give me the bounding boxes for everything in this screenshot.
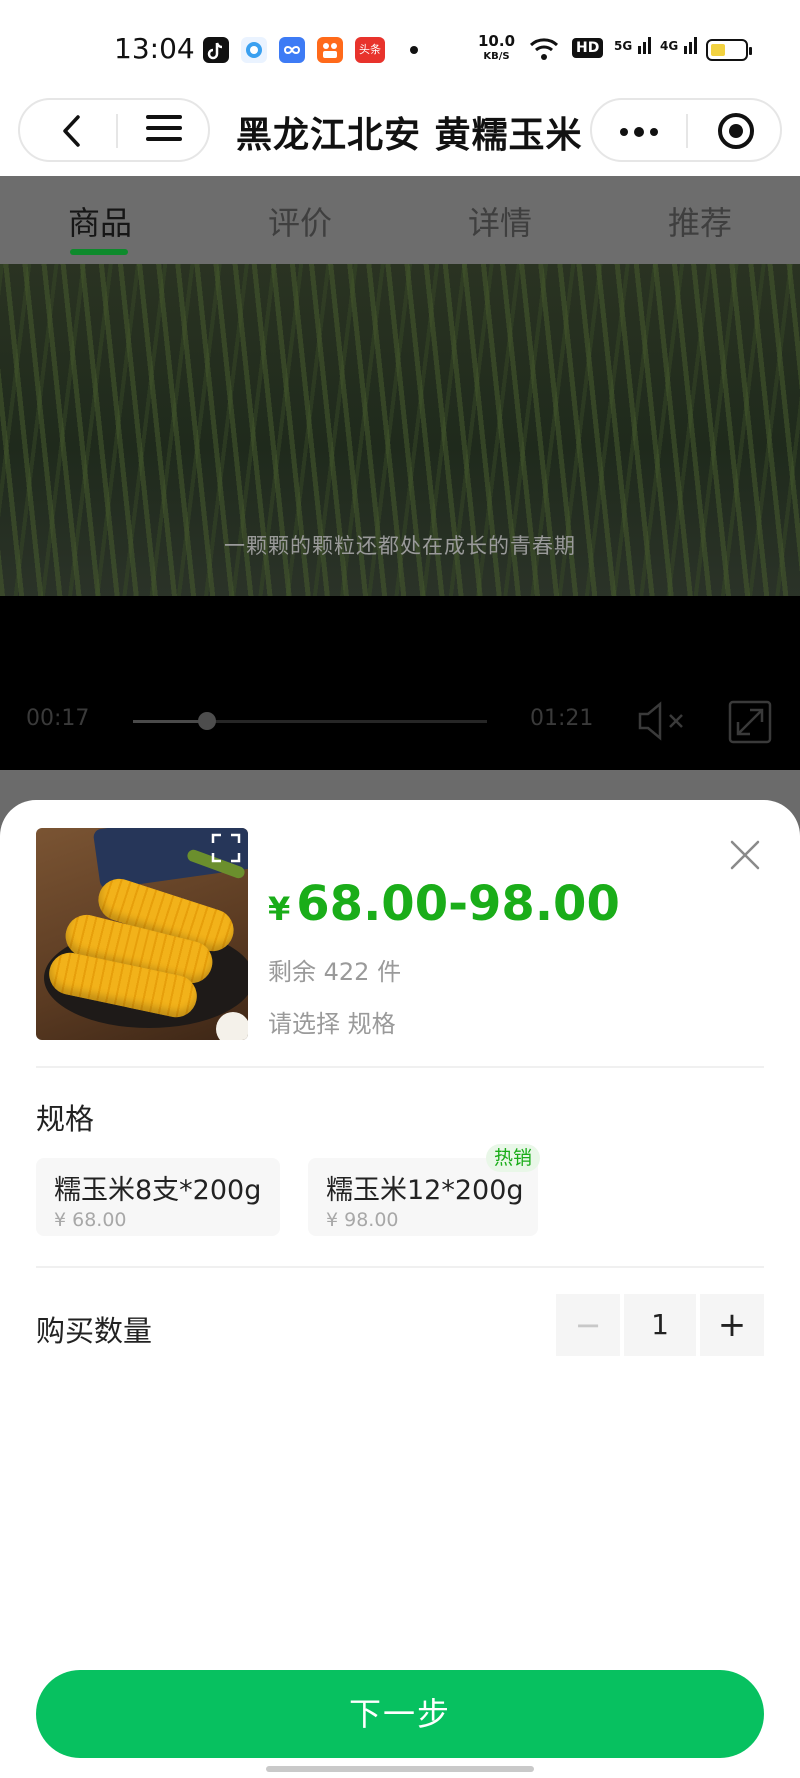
status-bar: 13:04 头条 10.0 KB/S HD 5G 4G	[0, 0, 800, 100]
tab-active-indicator	[70, 249, 128, 255]
video-progress-fill	[133, 720, 208, 723]
divider	[36, 1266, 764, 1268]
network-speed: 10.0 KB/S	[478, 34, 515, 64]
hot-sale-badge: 热销	[486, 1144, 541, 1172]
more-icon[interactable]	[620, 127, 662, 138]
capsule-divider	[686, 114, 688, 148]
next-step-button[interactable]: 下一步	[36, 1670, 764, 1758]
signal-5g-icon: 5G	[614, 34, 653, 54]
stock-text: 剩余 422 件	[268, 958, 402, 986]
price-value: 68.00-98.00	[296, 876, 620, 932]
quantity-label: 购买数量	[36, 1314, 153, 1348]
thumbnail-egg	[216, 1012, 248, 1040]
tab-bar: 商品 评价 详情 推荐	[0, 176, 800, 264]
product-thumbnail[interactable]	[36, 828, 248, 1040]
spec-option-8[interactable]: 糯玉米8支*200g ¥ 68.00	[36, 1158, 280, 1236]
toutiao-icon: 头条	[355, 37, 385, 63]
spec-option-name: 糯玉米12*200g	[326, 1175, 524, 1206]
tab-product[interactable]: 商品	[40, 198, 160, 244]
hd-icon: HD	[572, 38, 604, 58]
quantity-increase-button[interactable]: +	[700, 1294, 764, 1356]
quantity-decrease-button[interactable]: −	[556, 1294, 620, 1356]
browser-icon	[241, 37, 267, 63]
nav-capsule-right	[590, 98, 782, 162]
spec-section-label: 规格	[36, 1102, 95, 1136]
battery-icon	[706, 39, 752, 61]
divider	[36, 1066, 764, 1068]
signal-5g-label: 5G	[614, 39, 633, 53]
signal-4g-label: 4G	[660, 39, 679, 53]
status-time: 13:04	[114, 32, 195, 65]
home-indicator	[266, 1766, 534, 1772]
tab-details[interactable]: 详情	[440, 198, 560, 244]
product-video[interactable]: 一颗颗的颗粒还都处在成长的青春期 00:17 01:21	[0, 264, 800, 770]
price-range: ¥68.00-98.00	[268, 876, 620, 932]
spec-option-name: 糯玉米8支*200g	[54, 1175, 262, 1206]
kuaishou-icon	[317, 37, 343, 63]
video-progress-bar[interactable]	[133, 712, 487, 730]
fullscreen-icon[interactable]	[728, 700, 772, 744]
network-speed-unit: KB/S	[483, 51, 510, 62]
menu-icon[interactable]	[146, 115, 182, 147]
video-subtitle: 一颗颗的颗粒还都处在成长的青春期	[224, 534, 576, 558]
expand-icon[interactable]	[210, 832, 242, 864]
mute-icon[interactable]	[636, 700, 688, 742]
video-progress-handle[interactable]	[198, 712, 217, 730]
quantity-value[interactable]: 1	[624, 1294, 696, 1356]
wifi-icon	[528, 36, 560, 62]
quantity-stepper: − 1 +	[556, 1294, 764, 1356]
spec-option-price: ¥ 98.00	[326, 1209, 399, 1231]
signal-4g-icon: 4G	[660, 34, 699, 54]
tab-reviews[interactable]: 评价	[240, 198, 360, 244]
close-miniprogram-icon[interactable]	[718, 113, 754, 149]
infinity-icon	[279, 37, 305, 63]
page-title: 黑龙江北安 黄糯玉米	[236, 115, 583, 156]
tab-recommend[interactable]: 推荐	[640, 198, 760, 244]
spec-sheet: ¥68.00-98.00 剩余 422 件 请选择 规格 规格 糯玉米8支*20…	[0, 800, 800, 1778]
close-icon[interactable]	[728, 838, 762, 872]
video-current-time: 00:17	[26, 706, 90, 731]
price-currency: ¥	[268, 890, 291, 928]
capsule-divider	[116, 114, 118, 148]
video-total-time: 01:21	[530, 706, 594, 731]
choose-spec-hint: 请选择 规格	[268, 1010, 396, 1038]
notification-dot	[410, 46, 418, 54]
header: 黑龙江北安 黄糯玉米	[0, 90, 800, 176]
back-icon[interactable]	[58, 114, 88, 148]
nav-capsule-left	[18, 98, 210, 162]
network-speed-value: 10.0	[478, 32, 516, 50]
spec-option-price: ¥ 68.00	[54, 1209, 127, 1231]
tiktok-icon	[203, 37, 229, 63]
